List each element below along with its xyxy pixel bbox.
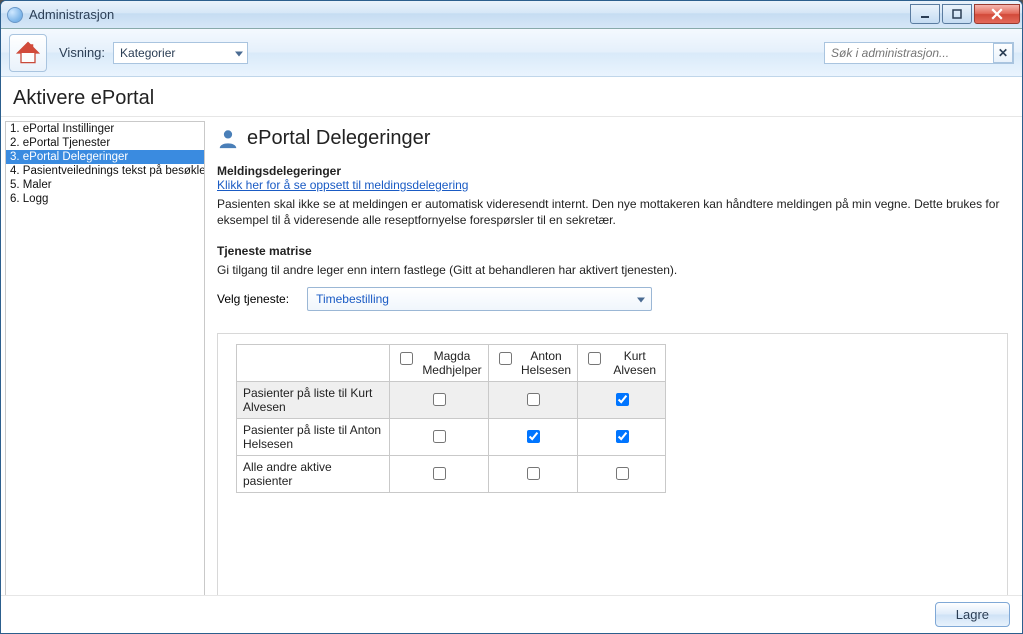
matrix-col-header-0: Magda Medhjelper (390, 344, 488, 381)
matrix-row-label-0: Pasienter på liste til Kurt Alvesen (237, 381, 390, 418)
matrix-col-checkbox-2[interactable] (588, 352, 601, 365)
matrix-cell-2-1[interactable] (527, 467, 540, 480)
maximize-button[interactable] (942, 4, 972, 24)
window-title: Administrasjon (29, 7, 114, 22)
matrix-header-blank (237, 344, 390, 381)
section2-text: Gi tilgang til andre leger enn intern fa… (217, 262, 1008, 278)
matrix-col-label-0: Magda Medhjelper (422, 349, 481, 377)
close-icon (991, 8, 1003, 20)
close-button[interactable] (974, 4, 1020, 24)
x-icon: ✕ (998, 46, 1008, 60)
matrix-col-label-2: Kurt Alvesen (610, 349, 659, 377)
visning-select[interactable]: Kategorier (113, 42, 248, 64)
section1-title: Meldingsdelegeringer (217, 164, 1008, 178)
sidebar-item-0[interactable]: 1. ePortal Instillinger (6, 122, 204, 136)
matrix-col-checkbox-1[interactable] (499, 352, 512, 365)
search-clear-button[interactable]: ✕ (993, 43, 1013, 63)
section1-text: Pasienten skal ikke se at meldingen er a… (217, 196, 1008, 228)
sidebar-item-1[interactable]: 2. ePortal Tjenester (6, 136, 204, 150)
home-icon (14, 39, 42, 67)
minimize-button[interactable] (910, 4, 940, 24)
select-service-label: Velg tjeneste: (217, 292, 289, 306)
matrix-table: Magda Medhjelper Anton Helsesen Kurt Alves… (236, 344, 666, 493)
titlebar: Administrasjon (1, 1, 1022, 29)
minimize-icon (920, 9, 930, 19)
matrix-row-0: Pasienter på liste til Kurt Alvesen (237, 381, 666, 418)
matrix-col-header-2: Kurt Alvesen (578, 344, 666, 381)
toolbar: Visning: Kategorier ✕ (1, 29, 1022, 77)
content-title: ePortal Delegeringer (247, 127, 430, 150)
sidebar-item-5[interactable]: 6. Logg (6, 192, 204, 206)
matrix-cell-0-2[interactable] (616, 393, 629, 406)
visning-value: Kategorier (120, 46, 175, 60)
home-button[interactable] (9, 34, 47, 72)
user-icon (217, 128, 239, 150)
matrix-cell-2-0[interactable] (433, 467, 446, 480)
chevron-down-icon (235, 51, 243, 56)
sidebar-item-4[interactable]: 5. Maler (6, 178, 204, 192)
sidebar-item-2[interactable]: 3. ePortal Delegeringer (6, 150, 204, 164)
matrix-cell-1-2[interactable] (616, 430, 629, 443)
window-buttons (908, 4, 1020, 26)
matrix-cell-0-1[interactable] (527, 393, 540, 406)
section2-title: Tjeneste matrise (217, 244, 1008, 258)
save-button[interactable]: Lagre (935, 602, 1010, 627)
page-heading: Aktivere ePortal (1, 77, 1022, 117)
matrix-cell-0-0[interactable] (433, 393, 446, 406)
app-icon (7, 7, 23, 23)
body: 1. ePortal Instillinger2. ePortal Tjenes… (1, 117, 1022, 634)
visning-label: Visning: (59, 45, 105, 60)
chevron-down-icon (637, 297, 645, 302)
matrix-col-label-1: Anton Helsesen (521, 349, 572, 377)
matrix-row-1: Pasienter på liste til Anton Helsesen (237, 418, 666, 455)
main-content: ePortal Delegeringer Meldingsdelegeringe… (211, 117, 1022, 634)
app-window: Administrasjon Visning: Kategor (0, 0, 1023, 634)
matrix-row-2: Alle andre aktive pasienter (237, 455, 666, 492)
content-header: ePortal Delegeringer (217, 127, 1008, 150)
maximize-icon (952, 9, 962, 19)
matrix-cell-2-2[interactable] (616, 467, 629, 480)
section1-link[interactable]: Klikk her for å se oppsett til meldingsd… (217, 178, 1008, 192)
matrix-col-header-1: Anton Helsesen (488, 344, 578, 381)
matrix-cell-1-0[interactable] (433, 430, 446, 443)
footer: Lagre (1, 595, 1022, 633)
matrix-row-label-2: Alle andre aktive pasienter (237, 455, 390, 492)
sidebar-item-3[interactable]: 4. Pasientveilednings tekst på besøklege… (6, 164, 204, 178)
matrix-panel: Magda Medhjelper Anton Helsesen Kurt Alves… (217, 333, 1008, 625)
service-select[interactable]: Timebestilling (307, 287, 652, 311)
service-select-value: Timebestilling (316, 292, 389, 306)
matrix-row-label-1: Pasienter på liste til Anton Helsesen (237, 418, 390, 455)
matrix-cell-1-1[interactable] (527, 430, 540, 443)
matrix-col-checkbox-0[interactable] (400, 352, 413, 365)
sidebar: 1. ePortal Instillinger2. ePortal Tjenes… (5, 121, 205, 629)
search-input[interactable] (824, 42, 1014, 64)
